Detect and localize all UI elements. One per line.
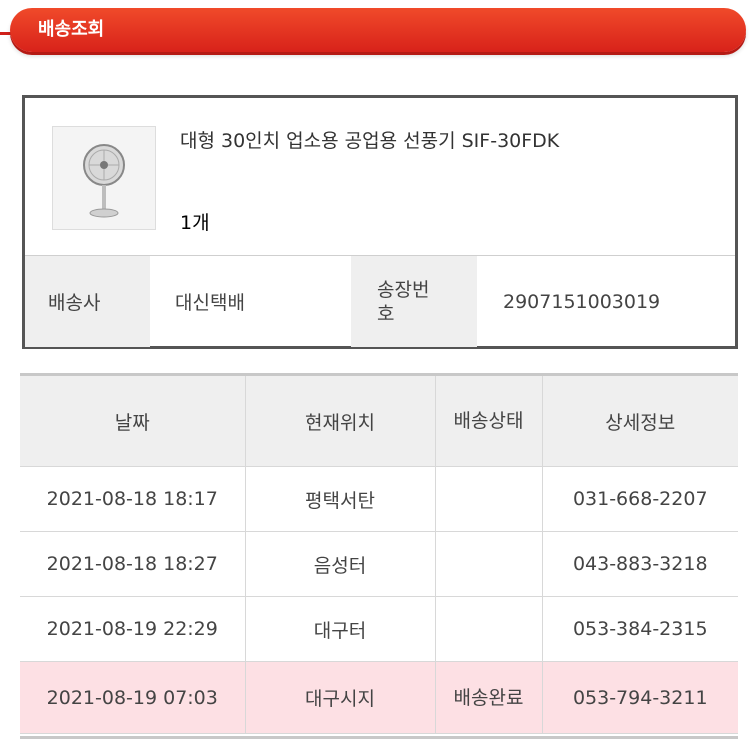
product-name[interactable]: 대형 30인치 업소용 공업용 선풍기 SIF-30FDK <box>180 126 559 153</box>
product-info-box: 대형 30인치 업소용 공업용 선풍기 SIF-30FDK 1개 배송사 대신택… <box>22 95 738 349</box>
column-header-status: 배송상태 <box>435 374 543 467</box>
row-detail: 043-883-3218 <box>542 531 738 597</box>
table-bottom-border <box>20 736 738 739</box>
table-row: 2021-08-19 22:29 대구터 053-384-2315 <box>20 596 738 662</box>
row-date: 2021-08-19 07:03 <box>20 661 246 734</box>
row-status <box>435 531 543 597</box>
row-detail: 053-384-2315 <box>542 596 738 662</box>
row-status <box>435 596 543 662</box>
table-row: 2021-08-18 18:27 음성터 043-883-3218 <box>20 531 738 597</box>
row-status <box>435 466 543 532</box>
tracking-header-row: 날짜 현재위치 배송상태 상세정보 <box>20 374 738 467</box>
table-row: 2021-08-18 18:17 평택서탄 031-668-2207 <box>20 466 738 532</box>
column-header-detail: 상세정보 <box>542 374 738 467</box>
column-header-date: 날짜 <box>20 374 246 467</box>
invoice-label: 송장번호 <box>377 278 430 325</box>
row-date: 2021-08-18 18:27 <box>20 531 246 597</box>
product-quantity: 1개 <box>180 212 210 234</box>
invoice-label-cell: 송장번호 <box>351 256 477 347</box>
row-location: 대구터 <box>245 596 436 662</box>
invoice-number: 2907151003019 <box>503 290 661 313</box>
carrier-value: 대신택배 <box>175 292 245 314</box>
row-location: 대구시지 <box>245 661 436 734</box>
banner-pill: 배송조회 <box>10 8 746 52</box>
shipping-info-row: 배송사 대신택배 송장번호 2907151003019 <box>25 255 735 347</box>
column-header-location: 현재위치 <box>245 374 436 467</box>
fan-icon <box>83 144 125 218</box>
row-date: 2021-08-19 22:29 <box>20 596 246 662</box>
row-date: 2021-08-18 18:17 <box>20 466 246 532</box>
table-row-latest: 2021-08-19 07:03 대구시지 배송완료 053-794-3211 <box>20 661 738 734</box>
row-location: 음성터 <box>245 531 436 597</box>
header-banner: 배송조회 <box>0 8 748 58</box>
carrier-label: 배송사 <box>25 256 150 347</box>
row-status: 배송완료 <box>435 661 543 734</box>
row-location: 평택서탄 <box>245 466 436 532</box>
page-title: 배송조회 <box>38 19 105 40</box>
electric-fan-image <box>52 126 156 230</box>
row-detail: 053-794-3211 <box>542 661 738 734</box>
tracking-table: 날짜 현재위치 배송상태 상세정보 2021-08-18 18:17 평택서탄 … <box>20 373 738 734</box>
row-detail: 031-668-2207 <box>542 466 738 532</box>
